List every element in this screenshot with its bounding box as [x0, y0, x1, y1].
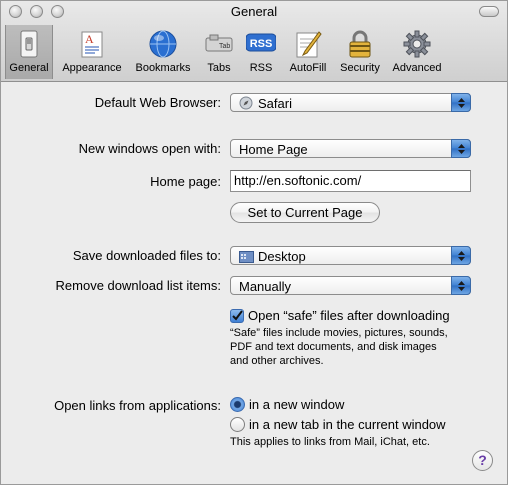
globe-icon — [149, 30, 177, 58]
svg-text:A: A — [85, 32, 94, 46]
desktop-folder-icon — [239, 251, 254, 263]
toolbar-advanced[interactable]: Advanced — [387, 25, 447, 79]
toolbar-label: AutoFill — [289, 62, 327, 74]
autofill-pen-icon — [296, 31, 322, 58]
home-page-field[interactable] — [230, 170, 471, 192]
checkmark-icon — [232, 310, 243, 321]
toolbar-autofill[interactable]: AutoFill — [283, 25, 333, 79]
help-button[interactable]: ? — [472, 450, 493, 471]
set-to-current-page-button[interactable]: Set to Current Page — [230, 202, 380, 223]
remove-items-value: Manually — [239, 279, 292, 294]
safari-compass-icon — [239, 96, 253, 110]
toolbar-rss[interactable]: RSS RSS — [241, 25, 281, 79]
toolbar-toggle-button[interactable] — [479, 6, 499, 17]
remove-items-label: Remove download list items: — [55, 278, 221, 293]
toolbar-label: Tabs — [207, 62, 231, 74]
toolbar: General General A Appearance Bookmarks T… — [1, 1, 507, 82]
remove-items-popup[interactable]: Manually — [230, 276, 471, 295]
toolbar-appearance[interactable]: A Appearance — [57, 25, 127, 79]
gear-icon — [403, 30, 431, 58]
toolbar-label: Security — [340, 62, 380, 74]
preferences-window: General General A Appearance Bookmarks T… — [0, 0, 508, 485]
safe-files-note: “Safe” files include movies, pictures, s… — [230, 326, 448, 368]
new-windows-label: New windows open with: — [78, 141, 221, 156]
default-browser-popup[interactable]: Safari — [230, 93, 471, 112]
rss-icon-text: RSS — [250, 38, 273, 50]
new-windows-popup[interactable]: Home Page — [230, 139, 471, 158]
save-downloads-popup[interactable]: Desktop — [230, 246, 471, 265]
tabs-icon: Tab — [205, 34, 233, 52]
toolbar-security[interactable]: Security — [335, 25, 385, 79]
home-page-input[interactable] — [234, 173, 465, 188]
save-downloads-value: Desktop — [258, 249, 306, 264]
popup-arrows-icon — [451, 93, 471, 112]
light-switch-icon — [20, 30, 38, 58]
toolbar-label: Bookmarks — [135, 62, 191, 74]
toolbar-tabs[interactable]: Tab Tabs — [199, 25, 239, 79]
toolbar-general[interactable]: General — [5, 25, 53, 79]
toolbar-label: Advanced — [392, 62, 442, 74]
open-safe-files-checkbox[interactable] — [230, 309, 244, 323]
toolbar-label: Appearance — [62, 62, 122, 74]
default-browser-label: Default Web Browser: — [94, 95, 221, 110]
radio-new-window-label: in a new window — [249, 397, 345, 412]
safe-files-note-line: “Safe” files include movies, pictures, s… — [230, 327, 448, 339]
title-bar: General — [1, 1, 507, 23]
toolbar-bookmarks[interactable]: Bookmarks — [129, 25, 197, 79]
home-page-label: Home page: — [150, 174, 221, 189]
popup-arrows-icon — [451, 246, 471, 265]
appearance-icon: A — [81, 31, 103, 58]
tabs-icon-text: Tab — [219, 43, 230, 50]
new-windows-value: Home Page — [239, 142, 308, 157]
radio-new-tab[interactable] — [230, 417, 245, 432]
open-links-label: Open links from applications: — [54, 398, 221, 413]
toolbar-label: RSS — [249, 62, 273, 74]
open-safe-files-label: Open “safe” files after downloading — [248, 308, 450, 323]
popup-arrows-icon — [451, 276, 471, 295]
rss-icon: RSS — [246, 33, 276, 52]
window-title: General — [230, 4, 278, 19]
padlock-icon — [349, 30, 371, 58]
safe-files-note-line: PDF and text documents, and disk images — [230, 341, 437, 353]
radio-new-tab-label: in a new tab in the current window — [249, 417, 446, 432]
links-note: This applies to links from Mail, iChat, … — [230, 436, 430, 448]
safe-files-note-line: and other archives. — [230, 355, 324, 367]
radio-new-window[interactable] — [230, 397, 245, 412]
default-browser-value: Safari — [258, 96, 292, 111]
popup-arrows-icon — [451, 139, 471, 158]
toolbar-label: General — [9, 62, 49, 74]
save-downloads-label: Save downloaded files to: — [72, 248, 221, 263]
